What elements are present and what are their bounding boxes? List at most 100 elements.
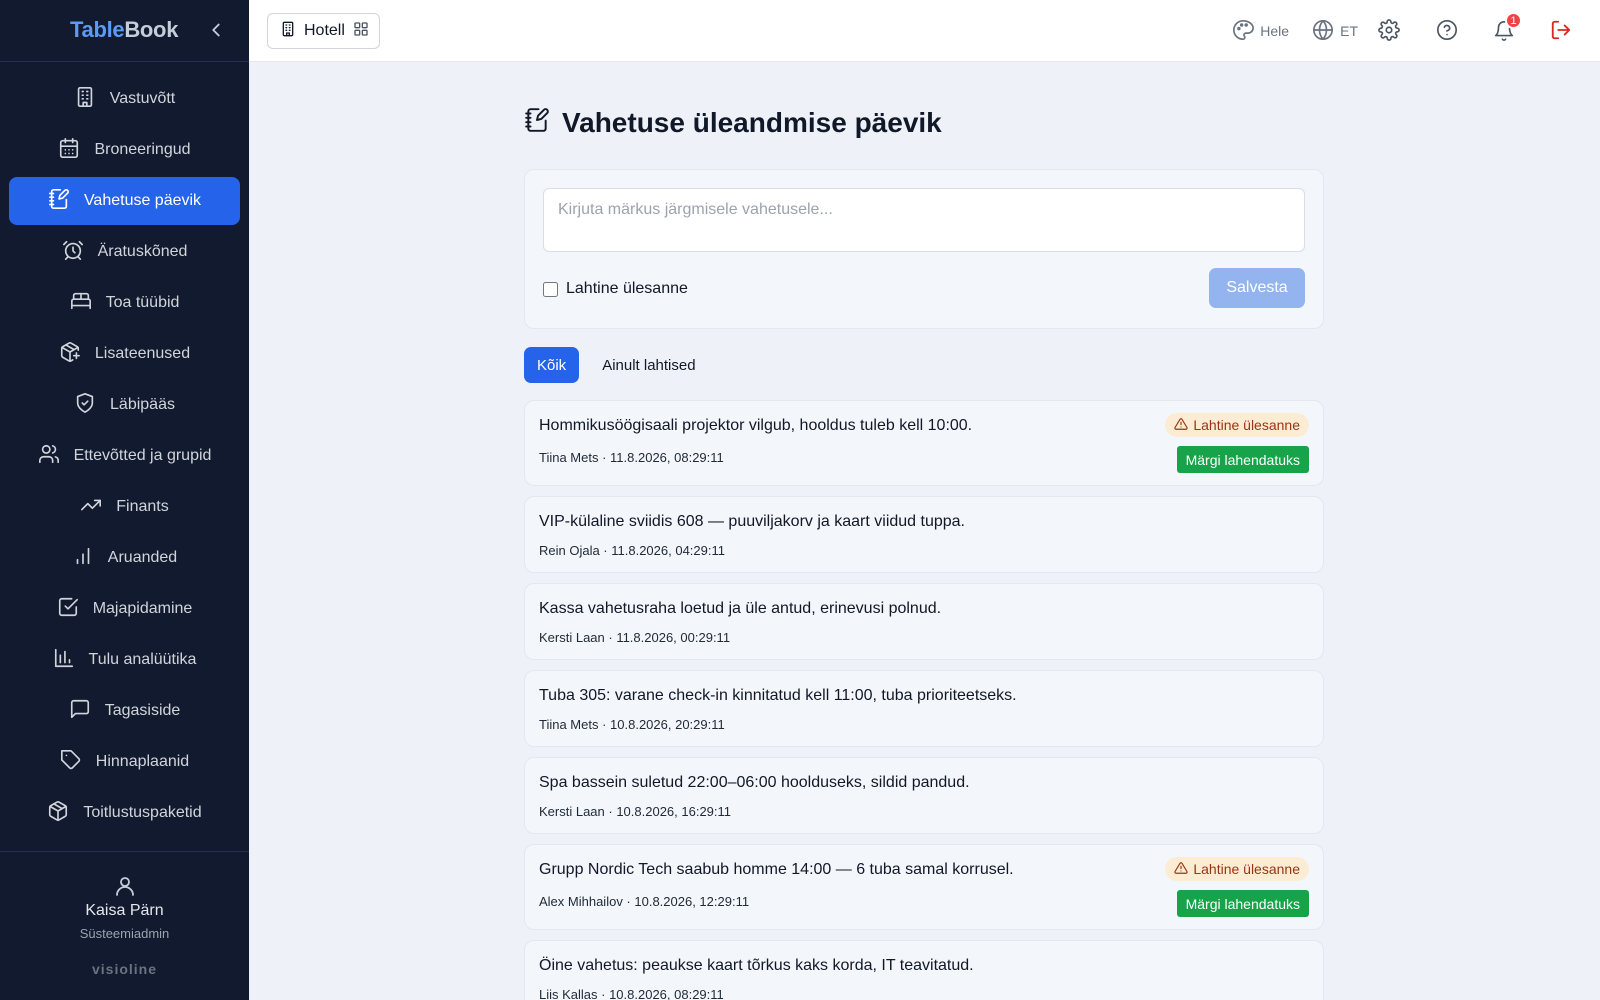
list-item: Öine vahetus: peaukse kaart tõrkus kaks … (524, 940, 1324, 1000)
notes-list: Hommikusöögisaali projektor vilgub, hool… (524, 400, 1324, 1000)
sidebar-item-labipaas[interactable]: Läbipääs (9, 381, 240, 429)
main-content: Vahetuse üleandmise päevik Lahtine ülesa… (524, 100, 1324, 1000)
logo-part-table: Table (70, 17, 125, 42)
note-text: Grupp Nordic Tech saabub homme 14:00 — 6… (539, 861, 1014, 878)
sidebar-item-label: Läbipääs (110, 396, 175, 413)
bell-icon: 1 (1493, 12, 1522, 42)
theme-toggle[interactable]: Hele (1232, 19, 1289, 43)
trending-up-icon (80, 494, 102, 521)
open-task-checkbox-text: Lahtine ülesanne (566, 280, 688, 297)
theme-label: Hele (1260, 23, 1289, 39)
box-icon (47, 800, 69, 827)
sidebar-item-aruanded[interactable]: Aruanded (9, 534, 240, 582)
note-input[interactable] (543, 188, 1305, 252)
list-item: Grupp Nordic Tech saabub homme 14:00 — 6… (524, 844, 1324, 930)
sidebar-item-majapidamine[interactable]: Majapidamine (9, 585, 240, 633)
note-text: Öine vahetus: peaukse kaart tõrkus kaks … (539, 957, 974, 974)
notification-count-badge: 1 (1505, 12, 1522, 29)
sidebar-item-hinnaplaanid[interactable]: Hinnaplaanid (9, 738, 240, 786)
mark-resolved-button[interactable]: Märgi lahendatuks (1176, 890, 1309, 917)
collapse-sidebar-icon[interactable] (205, 19, 227, 41)
sidebar-item-ettevotted-ja-grupid[interactable]: Ettevõtted ja grupid (9, 432, 240, 480)
check-square-icon (57, 596, 79, 623)
sidebar-item-tagasiside[interactable]: Tagasiside (9, 687, 240, 735)
property-switcher[interactable]: Hotell (267, 13, 380, 49)
palette-icon (1232, 19, 1255, 44)
app-logo[interactable]: TableBook (70, 17, 178, 43)
filter-all[interactable]: Kõik (524, 347, 580, 383)
language-switcher[interactable]: ET (1312, 19, 1358, 43)
help-circle-icon (1436, 19, 1458, 44)
sidebar-item-label: Broneeringud (94, 141, 191, 158)
user-role: Süsteemiadmin (79, 926, 170, 941)
sidebar-item-label: Hinnaplaanid (95, 753, 190, 770)
logout-icon (1550, 19, 1572, 44)
sidebar-item-label: Toa tüübid (105, 294, 180, 311)
tag-icon (60, 749, 82, 776)
note-meta: Kersti Laan · 10.8.2026, 16:29:11 (539, 804, 732, 819)
sidebar-item-toa-tuubid[interactable]: Toa tüübid (9, 279, 240, 327)
note-text: Spa bassein suletud 22:00–06:00 hoolduse… (539, 774, 970, 791)
sidebar-item-label: Toitlustuspaketid (83, 804, 202, 821)
help-button[interactable] (1436, 19, 1458, 43)
note-meta: Tiina Mets · 10.8.2026, 20:29:11 (539, 717, 725, 732)
grid-icon (353, 21, 369, 42)
users-icon (38, 443, 60, 470)
brand-header: TableBook (0, 0, 249, 62)
note-text: Hommikusöögisaali projektor vilgub, hool… (539, 417, 973, 434)
mark-resolved-button[interactable]: Märgi lahendatuks (1176, 446, 1309, 473)
sidebar: TableBook Vastuvõtt Broneeringud Vahetus… (0, 0, 249, 1000)
sidebar-item-label: Vahetuse päevik (83, 192, 202, 209)
shield-check-icon (74, 392, 96, 419)
sidebar-nav: Vastuvõtt Broneeringud Vahetuse päevik Ä… (9, 75, 240, 840)
list-item: Tuba 305: varane check-in kinnitatud kel… (524, 670, 1324, 747)
note-filter-tabs: Kõik Ainult lahtised (524, 347, 1324, 383)
building-icon (280, 21, 296, 42)
notifications-button[interactable]: 1 (1493, 12, 1522, 43)
open-task-badge-label: Lahtine ülesanne (1193, 861, 1300, 877)
filter-open-only[interactable]: Ainult lahtised (589, 347, 708, 383)
sidebar-item-aratuskoned[interactable]: Äratuskõned (9, 228, 240, 276)
user-icon[interactable] (113, 874, 137, 898)
user-name: Kaisa Pärn (85, 902, 164, 919)
sidebar-item-toitlustuspaketid[interactable]: Toitlustuspaketid (9, 789, 240, 837)
sidebar-item-broneeringud[interactable]: Broneeringud (9, 126, 240, 174)
vendor-logo: visioline (91, 961, 158, 977)
package-plus-icon (59, 341, 81, 368)
note-text: VIP-külaline sviidis 608 — puuviljakorv … (539, 513, 965, 530)
calendar-icon (58, 137, 80, 164)
language-label: ET (1340, 23, 1358, 39)
note-meta: Alex Mihhailov · 10.8.2026, 12:29:11 (539, 894, 750, 909)
warning-icon (1174, 417, 1189, 434)
note-meta: Tiina Mets · 11.8.2026, 08:29:11 (539, 450, 724, 465)
sidebar-item-label: Vastuvõtt (109, 90, 176, 107)
note-composer: Lahtine ülesanne Salvesta (524, 169, 1324, 329)
alarm-clock-icon (62, 239, 84, 266)
building-icon (74, 86, 96, 113)
sidebar-item-label: Aruanded (107, 549, 178, 566)
globe-icon (1312, 19, 1334, 44)
sidebar-item-label: Majapidamine (92, 600, 193, 617)
settings-button[interactable] (1378, 18, 1400, 43)
sidebar-item-finants[interactable]: Finants (9, 483, 240, 531)
sidebar-user-panel: Kaisa Pärn Süsteemiadmin visioline (0, 851, 249, 1000)
save-button[interactable]: Salvesta (1209, 268, 1305, 308)
page-title-text: Vahetuse üleandmise päevik (562, 107, 942, 138)
sidebar-item-tulu-analuutika[interactable]: Tulu analüütika (9, 636, 240, 684)
sidebar-item-label: Lisateenused (94, 345, 191, 362)
open-task-checkbox[interactable] (543, 281, 558, 297)
open-task-checkbox-label[interactable]: Lahtine ülesanne (543, 280, 688, 298)
notebook-pen-icon (524, 107, 550, 140)
sidebar-item-label: Ettevõtted ja grupid (73, 447, 212, 464)
open-task-badge: Lahtine ülesanne (1165, 413, 1309, 437)
sidebar-item-lisateenused[interactable]: Lisateenused (9, 330, 240, 378)
sidebar-item-vahetuse-paevik[interactable]: Vahetuse päevik (9, 177, 240, 225)
page-title: Vahetuse üleandmise päevik (524, 100, 1324, 146)
sidebar-item-vastuvott[interactable]: Vastuvõtt (9, 75, 240, 123)
note-meta: Rein Ojala · 11.8.2026, 04:29:11 (539, 543, 725, 558)
logout-button[interactable] (1550, 19, 1572, 43)
note-meta: Liis Kallas · 10.8.2026, 08:29:11 (539, 987, 724, 1000)
bar-chart-axis-icon (53, 647, 75, 674)
open-task-badge-label: Lahtine ülesanne (1193, 417, 1300, 433)
bar-chart-icon (72, 545, 94, 572)
